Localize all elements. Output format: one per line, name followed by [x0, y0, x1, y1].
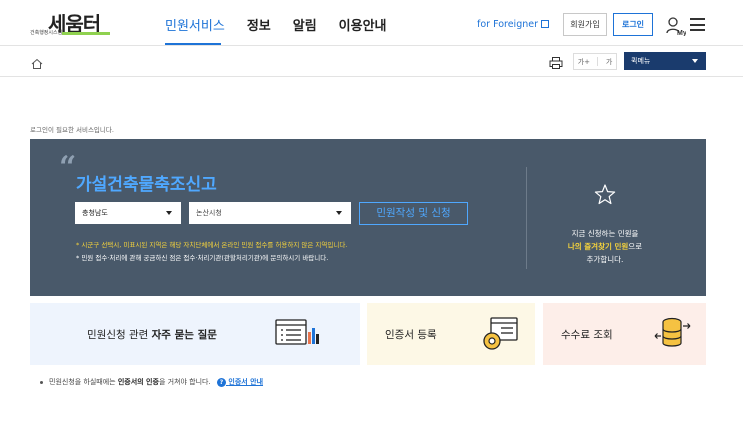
favorite-highlight: 나의 즐겨찾기 민원	[567, 242, 629, 251]
city-select-value: 논산시청	[196, 209, 222, 217]
province-select-value: 충청남도	[82, 209, 108, 217]
fee-inquiry-card[interactable]: 수수료 조회	[543, 303, 706, 365]
my-label: My	[677, 30, 686, 36]
service-banner: “ 가설건축물축조신고 충청남도 논산시청 민원작성 및 신청 * 시군구 선택…	[30, 139, 706, 296]
login-button[interactable]: 로그인	[613, 13, 653, 36]
cert-register-label: 인증서 등록	[385, 329, 437, 341]
font-size-divider	[597, 57, 599, 66]
help-circle-icon: ?	[216, 377, 226, 387]
nav-active-underline	[165, 43, 221, 45]
chevron-down-icon	[166, 211, 172, 215]
faq-list-icon	[274, 316, 320, 354]
region-notice: * 시군구 선택시, 미표시된 지역은 해당 자치단체에서 온라인 민원 접수를…	[76, 241, 348, 249]
nav-item-notice[interactable]: 알림	[293, 15, 317, 34]
favorite-line2-suffix: 으로	[628, 242, 643, 251]
quote-mark-icon: “	[59, 150, 77, 185]
faq-prefix: 민원신청 관련	[87, 329, 152, 341]
faq-card-label: 민원신청 관련 자주 묻는 질문	[87, 327, 217, 342]
nav-item-info[interactable]: 정보	[247, 15, 271, 34]
fee-inquiry-label: 수수료 조회	[561, 329, 613, 341]
certificate-gear-icon	[481, 316, 521, 356]
contact-notice: * 민원 접수·처리에 관해 궁금하신 점은 접수·처리기관(관할처리기관)에 …	[76, 254, 329, 262]
for-foreigner-link[interactable]: for Foreigner	[477, 19, 550, 30]
notice-bold: 인증서의 인증	[117, 378, 159, 386]
home-icon[interactable]	[31, 55, 43, 69]
bullet-dot	[40, 380, 43, 384]
province-select[interactable]: 충청남도	[75, 202, 181, 224]
favorite-line2: 나의 즐겨찾기 민원으로	[545, 240, 665, 253]
quick-menu-select[interactable]: 퀵메뉴	[624, 52, 706, 70]
for-foreigner-label: for Foreigner	[477, 19, 539, 30]
logo-accent-bar	[62, 32, 110, 35]
chevron-down-icon	[336, 211, 342, 215]
font-size-control: 가+ 가	[573, 53, 617, 70]
certificate-notice: 민원신청을 하실때에는 인증서의 인증을 거쳐야 합니다. ? 인증서 안내	[40, 377, 263, 387]
hamburger-menu-icon[interactable]	[690, 18, 705, 31]
service-title: 가설건축물축조신고	[76, 175, 217, 195]
font-decrease-button[interactable]: 가	[606, 57, 612, 67]
cert-register-card[interactable]: 인증서 등록	[367, 303, 535, 365]
site-logo[interactable]: 세움터 건축행정시스템	[30, 8, 110, 38]
banner-divider	[526, 167, 527, 269]
global-header: 세움터 건축행정시스템 민원서비스 정보 알림 이용안내 for Foreign…	[0, 0, 743, 46]
coin-stack-icon	[653, 316, 693, 356]
city-select[interactable]: 논산시청	[189, 202, 351, 224]
favorite-line3: 추가합니다.	[586, 255, 624, 264]
join-button[interactable]: 회원가입	[563, 13, 607, 36]
chevron-down-icon	[692, 59, 698, 63]
favorite-line1: 지금 신청하는 민원을	[571, 229, 639, 238]
favorite-description: 지금 신청하는 민원을 나의 즐겨찾기 민원으로 추가합니다.	[545, 227, 665, 266]
apply-button[interactable]: 민원작성 및 신청	[359, 202, 468, 225]
nav-item-guide[interactable]: 이용안내	[339, 15, 387, 34]
star-icon[interactable]	[593, 183, 617, 207]
logo-subtitle: 건축행정시스템	[30, 30, 63, 36]
cert-guide-label: 인증서 안내	[228, 378, 264, 386]
external-link-icon	[541, 19, 550, 28]
print-icon[interactable]	[549, 55, 563, 69]
location-bar: 가+ 가 퀵메뉴	[0, 47, 743, 77]
notice-prefix: 민원신청을 하실때에는	[49, 378, 118, 386]
faq-card[interactable]: 민원신청 관련 자주 묻는 질문	[30, 303, 360, 365]
font-increase-button[interactable]: 가+	[578, 57, 590, 67]
faq-bold: 자주 묻는 질문	[151, 329, 217, 341]
cert-guide-link[interactable]: ? 인증서 안내	[216, 377, 264, 387]
main-nav: 민원서비스 정보 알림 이용안내	[165, 15, 387, 34]
notice-suffix: 을 거쳐야 합니다.	[158, 378, 211, 386]
nav-item-civil-service[interactable]: 민원서비스	[165, 15, 225, 34]
quick-menu-label: 퀵메뉴	[631, 57, 651, 65]
my-page-icon[interactable]: My	[666, 16, 687, 37]
login-required-note: 로그인이 필요한 서비스입니다.	[30, 126, 114, 134]
